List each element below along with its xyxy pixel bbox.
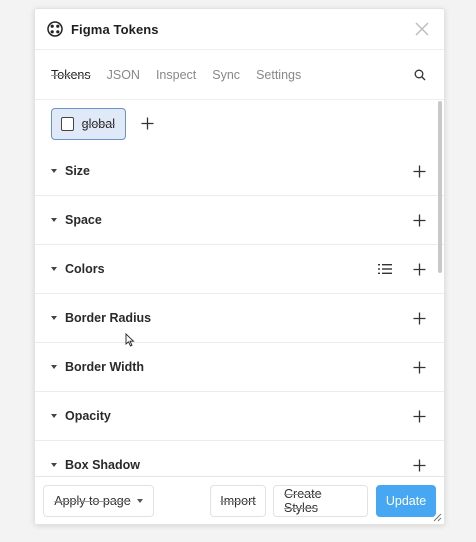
caret-down-icon [51, 462, 57, 468]
list-icon [378, 264, 392, 274]
plus-icon [141, 117, 153, 130]
close-button[interactable] [410, 17, 434, 41]
create-styles-button[interactable]: Create Styles [273, 484, 368, 517]
theme-bar: global [35, 100, 444, 147]
add-token-button[interactable] [408, 356, 430, 378]
search-button[interactable] [410, 65, 430, 85]
token-group-label: Border Width [65, 360, 145, 374]
list-view-button[interactable] [374, 258, 396, 280]
caret-down-icon [51, 266, 57, 272]
add-token-button[interactable] [408, 454, 430, 476]
plus-icon [413, 361, 425, 373]
caret-down-icon [51, 315, 57, 321]
token-group-label: Size [65, 164, 91, 178]
token-group-border-width[interactable]: Border Width [35, 343, 444, 392]
window-title: Figma Tokens [71, 21, 159, 37]
import-label: Import [220, 493, 256, 508]
create-styles-label: Create Styles [284, 486, 322, 515]
caret-down-icon [51, 168, 57, 174]
tab-sync[interactable]: Sync [212, 68, 240, 82]
tab-settings[interactable]: Settings [256, 68, 301, 82]
plus-icon [413, 312, 425, 324]
chevron-down-icon [136, 498, 143, 503]
caret-down-icon [51, 217, 57, 223]
update-button[interactable]: Update [376, 484, 436, 517]
tab-tokens[interactable]: Tokens [51, 68, 91, 82]
token-group-label: Border Radius [65, 311, 152, 325]
caret-down-icon [51, 413, 57, 419]
plus-icon [413, 165, 425, 177]
add-token-button[interactable] [408, 160, 430, 182]
token-group-opacity[interactable]: Opacity [35, 392, 444, 441]
tab-bar: Tokens JSON Inspect Sync Settings [35, 50, 444, 100]
theme-chip-global[interactable]: global [51, 107, 126, 140]
token-group-label: Box Shadow [65, 458, 141, 472]
tab-json[interactable]: JSON [107, 68, 140, 82]
caret-down-icon [51, 364, 57, 370]
update-label: Update [385, 493, 427, 508]
token-group-size[interactable]: Size [35, 147, 444, 196]
theme-label: global [81, 116, 115, 131]
token-group-space[interactable]: Space [35, 196, 444, 245]
import-button[interactable]: Import [210, 484, 266, 517]
add-token-button[interactable] [408, 209, 430, 231]
theme-checkbox[interactable] [61, 116, 74, 131]
add-token-button[interactable] [408, 405, 430, 427]
token-group-border-radius[interactable]: Border Radius [35, 294, 444, 343]
title-bar: Figma Tokens [35, 9, 444, 50]
add-theme-button[interactable] [135, 112, 159, 136]
apply-label: Apply to page [54, 493, 131, 508]
apply-to-page-button[interactable]: Apply to page [43, 484, 154, 517]
token-group-label: Colors [65, 262, 105, 276]
close-icon [415, 22, 429, 36]
plus-icon [413, 410, 425, 422]
search-icon [414, 69, 426, 80]
resize-grip-icon[interactable] [432, 512, 442, 522]
scrollbar[interactable] [438, 101, 442, 273]
add-token-button[interactable] [408, 258, 430, 280]
figma-logo-icon [47, 21, 63, 37]
token-group-colors[interactable]: Colors [35, 245, 444, 294]
plus-icon [413, 214, 425, 226]
add-token-button[interactable] [408, 307, 430, 329]
token-group-label: Space [65, 213, 102, 227]
footer-bar: Apply to page Import Create Styles Updat… [35, 476, 444, 524]
tab-inspect[interactable]: Inspect [156, 68, 196, 82]
mouse-cursor-icon [125, 333, 135, 347]
token-group-list: Size Space Colors Border Radius Border W… [35, 147, 444, 489]
plus-icon [413, 459, 425, 471]
plus-icon [413, 263, 425, 275]
token-group-label: Opacity [65, 409, 111, 423]
plugin-window: Figma Tokens Tokens JSON Inspect Sync Se… [34, 8, 445, 525]
